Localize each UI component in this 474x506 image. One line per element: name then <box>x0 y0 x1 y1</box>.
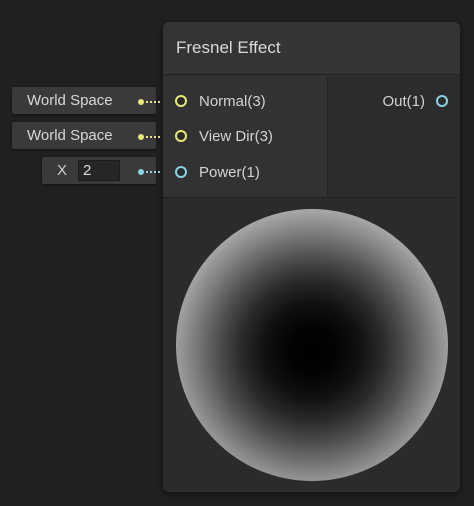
input-port-normal[interactable]: Normal(3) <box>175 90 266 112</box>
view-dir-connector-dot[interactable] <box>138 134 144 140</box>
power-value-input[interactable] <box>78 160 120 181</box>
power-port-label: Power(1) <box>199 163 260 181</box>
normal-port-label: Normal(3) <box>199 92 266 110</box>
view-dir-space-label: World Space <box>27 127 113 144</box>
graph-canvas[interactable]: World Space World Space X Fresnel Effect… <box>0 0 474 506</box>
node-preview[interactable] <box>163 197 460 492</box>
out-port-icon[interactable] <box>436 95 448 107</box>
output-ports: Out(1) <box>329 76 460 197</box>
node-title: Fresnel Effect <box>176 38 281 57</box>
normal-port-icon[interactable] <box>175 95 187 107</box>
view-dir-port-icon[interactable] <box>175 130 187 142</box>
output-port-out[interactable]: Out(1) <box>382 90 448 112</box>
power-connector-dot[interactable] <box>138 169 144 175</box>
input-ports: Normal(3) View Dir(3) Power(1) <box>163 76 328 197</box>
normal-space-dropdown[interactable]: World Space <box>12 87 156 114</box>
input-port-power[interactable]: Power(1) <box>175 161 260 183</box>
fresnel-effect-node[interactable]: Fresnel Effect Normal(3) View Dir(3) Pow… <box>163 22 460 492</box>
power-port-icon[interactable] <box>175 166 187 178</box>
node-header[interactable]: Fresnel Effect <box>163 22 460 75</box>
input-port-view-dir[interactable]: View Dir(3) <box>175 125 273 147</box>
normal-connector-dot[interactable] <box>138 99 144 105</box>
view-dir-space-dropdown[interactable]: World Space <box>12 122 156 149</box>
power-axis-label: X <box>57 162 68 179</box>
view-dir-port-label: View Dir(3) <box>199 127 273 145</box>
normal-space-label: World Space <box>27 92 113 109</box>
out-port-label: Out(1) <box>382 92 425 110</box>
ports-area: Normal(3) View Dir(3) Power(1) Out(1) <box>163 76 460 197</box>
preview-sphere <box>176 209 448 481</box>
